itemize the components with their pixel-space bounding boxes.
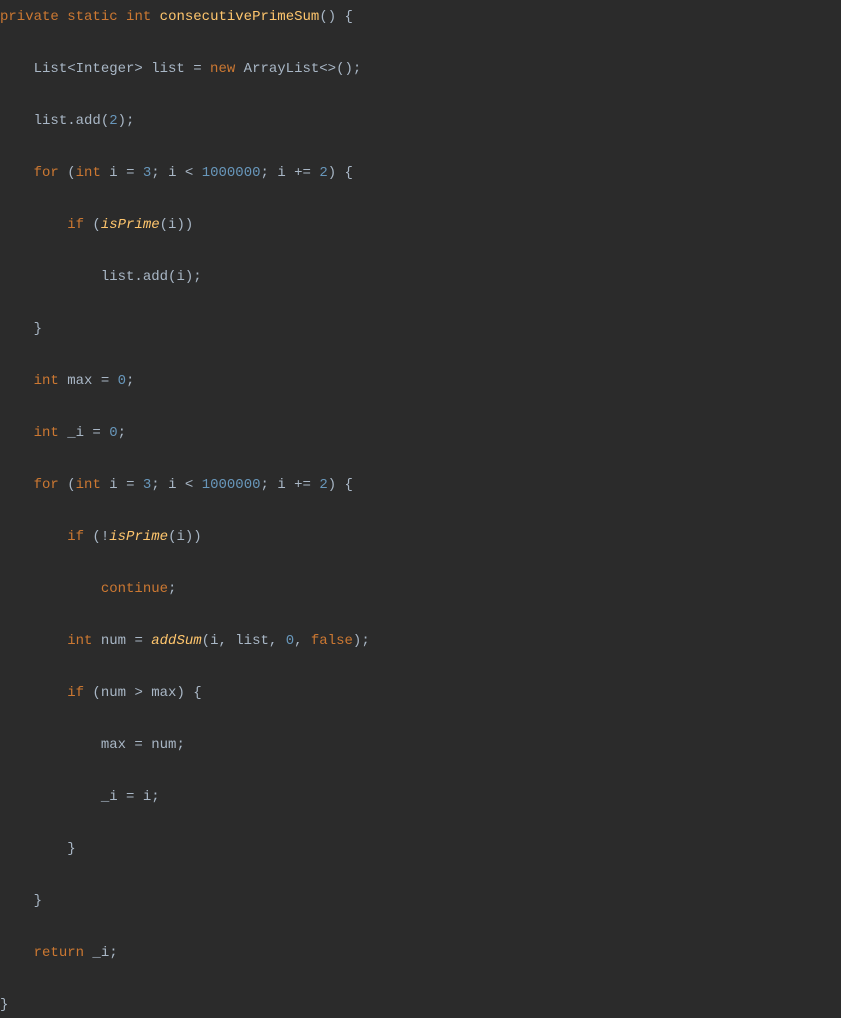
- code-text: i =: [101, 165, 143, 181]
- code-line: int num = addSum(i, list, 0, false);: [0, 628, 841, 654]
- code-line: if (!isPrime(i)): [0, 524, 841, 550]
- code-line: int _i = 0;: [0, 420, 841, 446]
- code-text: ) {: [328, 165, 353, 181]
- keyword-if: if: [67, 217, 84, 233]
- code-text: _i = i;: [101, 789, 160, 805]
- code-text: ,: [294, 633, 311, 649]
- code-line: return _i;: [0, 940, 841, 966]
- keyword-int: int: [126, 9, 151, 25]
- code-text: ; i +=: [261, 165, 320, 181]
- code-text: (: [59, 477, 76, 493]
- code-line: }: [0, 316, 841, 342]
- keyword-return: return: [34, 945, 84, 961]
- keyword-int: int: [34, 425, 59, 441]
- number-literal: 0: [109, 425, 117, 441]
- code-text: ; i +=: [261, 477, 320, 493]
- code-line: if (isPrime(i)): [0, 212, 841, 238]
- code-line: private static int consecutivePrimeSum()…: [0, 4, 841, 30]
- code-text: (: [59, 165, 76, 181]
- code-text: ;: [168, 581, 176, 597]
- code-editor[interactable]: private static int consecutivePrimeSum()…: [0, 4, 841, 1018]
- code-text: list.add(: [34, 113, 110, 129]
- code-text: ; i <: [151, 477, 201, 493]
- code-line: int max = 0;: [0, 368, 841, 394]
- keyword-int: int: [76, 165, 101, 181]
- code-line: }: [0, 888, 841, 914]
- method-call: isPrime: [101, 217, 160, 233]
- keyword-int: int: [34, 373, 59, 389]
- method-call: isPrime: [109, 529, 168, 545]
- keyword-if: if: [67, 529, 84, 545]
- number-literal: 2: [109, 113, 117, 129]
- code-text: }: [34, 321, 42, 337]
- code-line: continue;: [0, 576, 841, 602]
- number-literal: 2: [319, 165, 327, 181]
- code-line: list.add(i);: [0, 264, 841, 290]
- code-line: if (num > max) {: [0, 680, 841, 706]
- code-text: num =: [92, 633, 151, 649]
- code-line: }: [0, 836, 841, 862]
- keyword-static: static: [67, 9, 117, 25]
- code-line: for (int i = 3; i < 1000000; i += 2) {: [0, 472, 841, 498]
- keyword-int: int: [76, 477, 101, 493]
- code-text: (: [84, 217, 101, 233]
- code-line: max = num;: [0, 732, 841, 758]
- method-name: consecutivePrimeSum: [160, 9, 320, 25]
- code-text: );: [118, 113, 135, 129]
- code-text: (i, list,: [202, 633, 286, 649]
- code-text: () {: [319, 9, 353, 25]
- keyword-for: for: [34, 165, 59, 181]
- keyword-if: if: [67, 685, 84, 701]
- code-text: (num > max) {: [84, 685, 202, 701]
- code-text: list.add(i);: [101, 269, 202, 285]
- code-line: _i = i;: [0, 784, 841, 810]
- code-line: for (int i = 3; i < 1000000; i += 2) {: [0, 160, 841, 186]
- number-literal: 1000000: [202, 165, 261, 181]
- code-line: List<Integer> list = new ArrayList<>();: [0, 56, 841, 82]
- keyword-new: new: [210, 61, 235, 77]
- code-text: ) {: [328, 477, 353, 493]
- code-text: ArrayList<>();: [235, 61, 361, 77]
- code-text: }: [0, 997, 8, 1013]
- code-text: (i)): [160, 217, 194, 233]
- code-text: _i;: [84, 945, 118, 961]
- code-text: max = num;: [101, 737, 185, 753]
- code-text: ;: [118, 425, 126, 441]
- code-line: }: [0, 992, 841, 1018]
- number-literal: 0: [118, 373, 126, 389]
- number-literal: 1000000: [202, 477, 261, 493]
- number-literal: 0: [286, 633, 294, 649]
- code-text: (i)): [168, 529, 202, 545]
- code-text: List<Integer> list =: [34, 61, 210, 77]
- code-line: list.add(2);: [0, 108, 841, 134]
- code-text: }: [34, 893, 42, 909]
- code-text: _i =: [59, 425, 109, 441]
- keyword-continue: continue: [101, 581, 168, 597]
- number-literal: 2: [319, 477, 327, 493]
- method-call: addSum: [151, 633, 201, 649]
- code-text: i =: [101, 477, 143, 493]
- keyword-int: int: [67, 633, 92, 649]
- code-text: );: [353, 633, 370, 649]
- keyword-false: false: [311, 633, 353, 649]
- code-text: ; i <: [151, 165, 201, 181]
- keyword-for: for: [34, 477, 59, 493]
- code-text: ;: [126, 373, 134, 389]
- code-text: }: [67, 841, 75, 857]
- code-text: max =: [59, 373, 118, 389]
- keyword-private: private: [0, 9, 59, 25]
- code-text: (!: [84, 529, 109, 545]
